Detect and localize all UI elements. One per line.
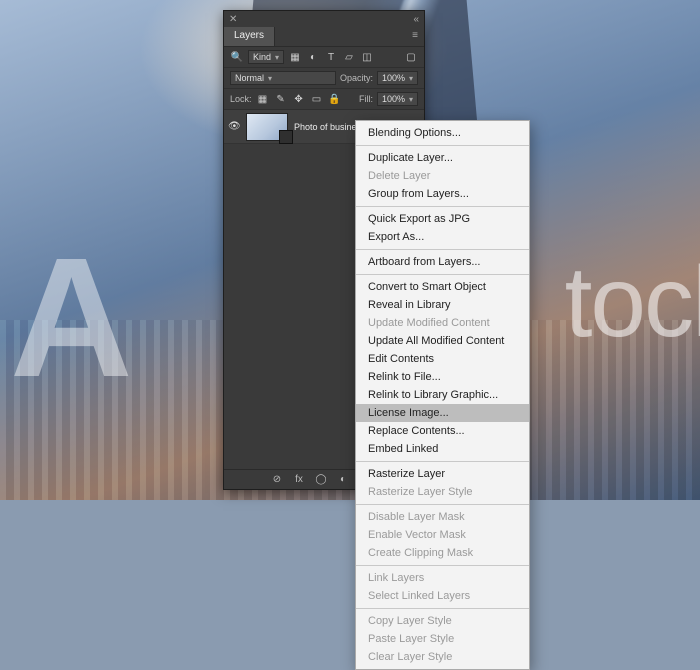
filter-pixel-icon[interactable]: ▦ [288,50,302,64]
menu-item[interactable]: Replace Contents... [356,422,529,440]
menu-item[interactable]: Relink to Library Graphic... [356,386,529,404]
layer-name[interactable]: Photo of busines [294,122,361,132]
menu-separator [356,249,529,250]
filter-shape-icon[interactable]: ▱ [342,50,356,64]
panel-topbar: ✕ « [224,11,424,27]
menu-item[interactable]: Relink to File... [356,368,529,386]
lock-artboard-icon[interactable]: ▭ [310,92,324,106]
menu-item[interactable]: Embed Linked [356,440,529,458]
collapse-icon[interactable]: « [413,14,419,25]
menu-item[interactable]: Update All Modified Content [356,332,529,350]
tab-layers[interactable]: Layers [224,27,275,46]
adjustment-icon[interactable]: ◐ [336,473,350,487]
menu-item[interactable]: Edit Contents [356,350,529,368]
filter-adjust-icon[interactable]: ◐ [306,50,320,64]
menu-separator [356,206,529,207]
menu-item[interactable]: Convert to Smart Object [356,278,529,296]
watermark-logo: A [10,220,125,416]
fill-select[interactable]: 100% [377,92,418,106]
menu-item[interactable]: Export As... [356,228,529,246]
menu-item: Delete Layer [356,167,529,185]
kind-select[interactable]: Kind [248,50,284,64]
link-layers-icon[interactable]: ⊘ [270,473,284,487]
menu-item: Create Clipping Mask [356,544,529,562]
panel-menu-icon[interactable]: ≡ [406,27,424,46]
menu-separator [356,504,529,505]
menu-item[interactable]: Reveal in Library [356,296,529,314]
menu-item: Enable Vector Mask [356,526,529,544]
search-icon[interactable]: 🔍 [230,50,244,64]
fill-label: Fill: [359,94,373,104]
fx-icon[interactable]: fx [292,473,306,487]
filter-type-icon[interactable]: T [324,50,338,64]
watermark-text: tock [565,245,700,360]
menu-item: Copy Layer Style [356,612,529,630]
mask-icon[interactable]: ◯ [314,473,328,487]
blend-row: Normal Opacity: 100% [224,68,424,89]
menu-separator [356,608,529,609]
filter-toggle-icon[interactable]: ▢ [404,50,418,64]
opacity-label: Opacity: [340,73,373,83]
menu-item[interactable]: Blending Options... [356,124,529,142]
lock-all-icon[interactable]: 🔒 [328,92,342,106]
filter-smart-icon[interactable]: ◫ [360,50,374,64]
lock-label: Lock: [230,94,252,104]
close-icon[interactable]: ✕ [229,14,237,25]
menu-item[interactable]: Duplicate Layer... [356,149,529,167]
menu-separator [356,274,529,275]
lock-row: Lock: ▦ ✎ ✥ ▭ 🔒 Fill: 100% [224,89,424,110]
blend-mode-select[interactable]: Normal [230,71,336,85]
menu-item: Rasterize Layer Style [356,483,529,501]
menu-item: Clear Layer Style [356,648,529,666]
lock-paint-icon[interactable]: ✎ [274,92,288,106]
menu-item: Disable Layer Mask [356,508,529,526]
menu-item[interactable]: Group from Layers... [356,185,529,203]
menu-separator [356,145,529,146]
filter-row: 🔍 Kind ▦ ◐ T ▱ ◫ ▢ [224,47,424,68]
lock-move-icon[interactable]: ✥ [292,92,306,106]
layer-context-menu: Blending Options... Duplicate Layer...Del… [355,120,530,670]
lock-trans-icon[interactable]: ▦ [256,92,270,106]
panel-tabs: Layers ≡ [224,27,424,47]
menu-separator [356,565,529,566]
menu-item: Select Linked Layers [356,587,529,605]
menu-item: Paste Layer Style [356,630,529,648]
layer-thumbnail[interactable] [246,113,288,141]
menu-item[interactable]: Artboard from Layers... [356,253,529,271]
menu-item[interactable]: License Image... [356,404,529,422]
menu-item: Update Modified Content [356,314,529,332]
menu-item[interactable]: Rasterize Layer [356,465,529,483]
opacity-select[interactable]: 100% [377,71,418,85]
menu-item[interactable]: Quick Export as JPG [356,210,529,228]
menu-item: Link Layers [356,569,529,587]
menu-separator [356,461,529,462]
visibility-icon[interactable]: 👁 [228,121,240,132]
